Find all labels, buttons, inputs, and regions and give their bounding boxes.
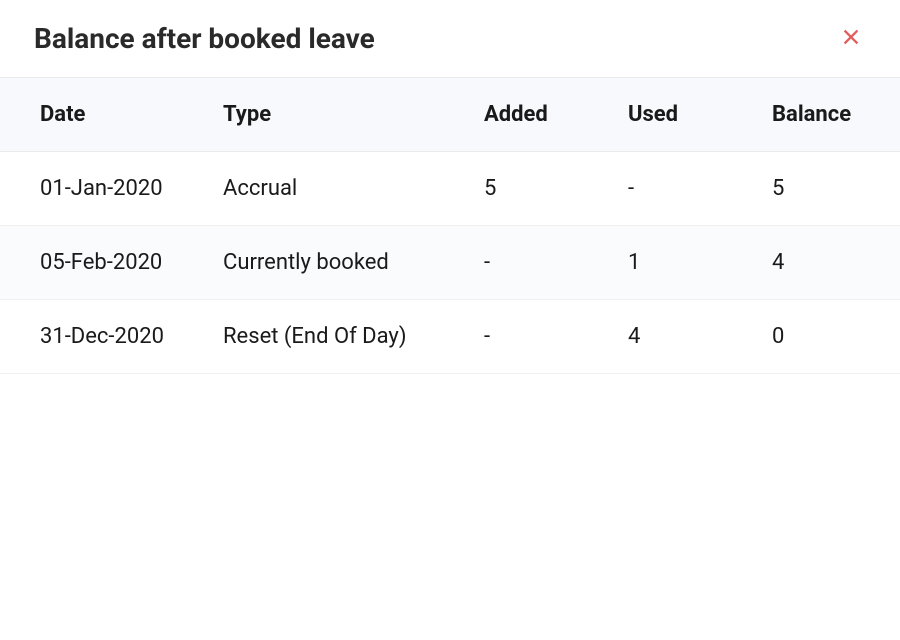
cell-used: 1 xyxy=(612,226,756,300)
cell-type: Reset (End Of Day) xyxy=(207,300,468,374)
cell-balance: 4 xyxy=(756,226,900,300)
cell-date: 05-Feb-2020 xyxy=(0,226,207,300)
balance-modal: Balance after booked leave Date Type Add… xyxy=(0,0,900,374)
cell-type: Accrual xyxy=(207,152,468,226)
cell-added: 5 xyxy=(468,152,612,226)
cell-used: - xyxy=(612,152,756,226)
column-header-date: Date xyxy=(0,78,207,152)
table-header-row: Date Type Added Used Balance xyxy=(0,78,900,152)
column-header-type: Type xyxy=(207,78,468,152)
column-header-balance: Balance xyxy=(756,78,900,152)
close-icon xyxy=(840,26,862,51)
cell-added: - xyxy=(468,300,612,374)
cell-date: 01-Jan-2020 xyxy=(0,152,207,226)
table-row: 01-Jan-2020 Accrual 5 - 5 xyxy=(0,152,900,226)
cell-added: - xyxy=(468,226,612,300)
modal-header: Balance after booked leave xyxy=(0,0,900,78)
table-row: 05-Feb-2020 Currently booked - 1 4 xyxy=(0,226,900,300)
cell-used: 4 xyxy=(612,300,756,374)
cell-date: 31-Dec-2020 xyxy=(0,300,207,374)
column-header-used: Used xyxy=(612,78,756,152)
cell-balance: 5 xyxy=(756,152,900,226)
balance-table: Date Type Added Used Balance 01-Jan-2020… xyxy=(0,78,900,374)
close-button[interactable] xyxy=(836,22,866,55)
modal-title: Balance after booked leave xyxy=(34,22,375,55)
column-header-added: Added xyxy=(468,78,612,152)
table-row: 31-Dec-2020 Reset (End Of Day) - 4 0 xyxy=(0,300,900,374)
cell-balance: 0 xyxy=(756,300,900,374)
cell-type: Currently booked xyxy=(207,226,468,300)
